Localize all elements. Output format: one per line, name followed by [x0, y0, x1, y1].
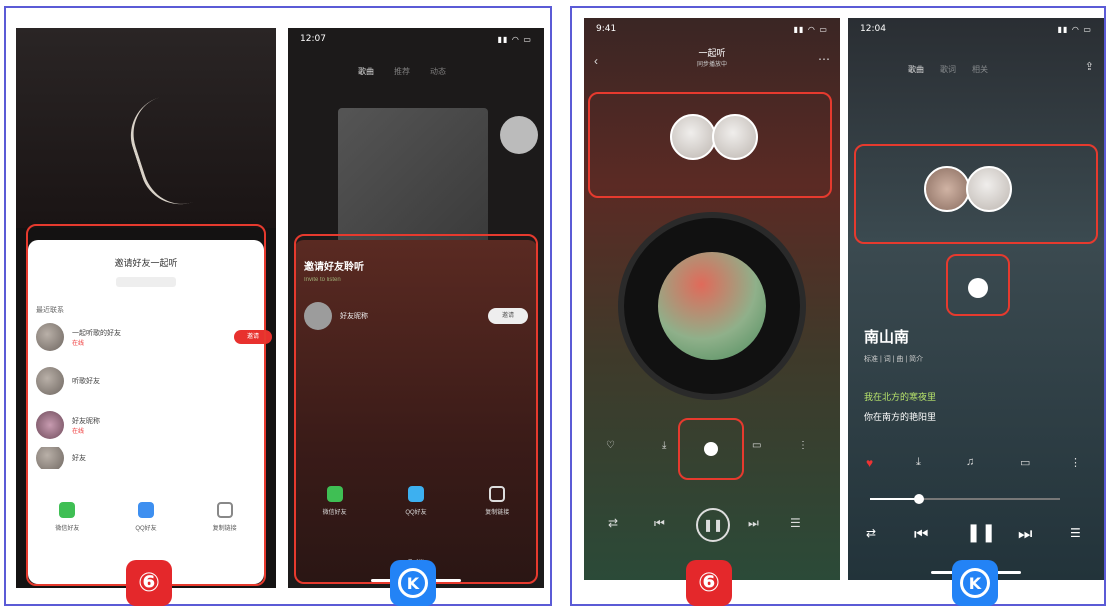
kugou-logo-glyph: K	[398, 568, 428, 598]
signal-icon: ▮▮ ◠ ▭	[1057, 24, 1092, 34]
netease-logo-glyph: ⑥	[697, 568, 720, 598]
progress-handle[interactable]	[914, 494, 924, 504]
pause-button[interactable]: ❚❚	[696, 508, 730, 542]
song-meta: 标准 | 词 | 曲 | 简介	[864, 356, 924, 363]
song-title: 南山南	[864, 328, 910, 346]
tab-feed[interactable]: 动态	[430, 66, 446, 77]
playlist-icon[interactable]: ☰	[1070, 526, 1081, 540]
player-subtitle: 同步播放中	[696, 62, 727, 68]
status-bar: 12:04 ▮▮ ◠ ▭	[848, 18, 1104, 40]
next-icon[interactable]: ⏭	[748, 516, 759, 531]
download-icon[interactable]: ⤓	[916, 456, 921, 469]
kugou-player-screen: 12:04 ▮▮ ◠ ▭ 歌曲 歌词 相关 ⇪ 南山南 标准 | 词 | 曲 |…	[848, 18, 1104, 580]
highlight-box	[678, 418, 744, 480]
loop-icon[interactable]: ⇄	[608, 516, 618, 530]
highlight-box	[588, 92, 832, 198]
like-icon[interactable]: ♡	[606, 440, 615, 451]
player-title: 一起听	[698, 48, 726, 58]
comparison-canvas: 邀请好友一起听 最近联系 一起听歌的好友 在线 邀请 听歌好友 好友昵称 在线 …	[0, 0, 1110, 609]
comment-icon[interactable]: ▭	[1020, 456, 1030, 469]
kugou-logo: K	[390, 560, 436, 606]
next-button[interactable]: ⏭	[1018, 524, 1032, 544]
share-comparison-panel: 邀请好友一起听 最近联系 一起听歌的好友 在线 邀请 听歌好友 好友昵称 在线 …	[4, 6, 552, 606]
signal-icon: ▮▮ ◠ ▭	[497, 34, 532, 44]
progress-fill	[870, 498, 920, 500]
vinyl-disc	[624, 218, 800, 394]
kugou-logo: K	[952, 560, 998, 606]
like-icon[interactable]: ♥	[866, 456, 873, 470]
comment-icon[interactable]: ▭	[752, 440, 761, 451]
download-icon[interactable]: ⤓	[662, 440, 666, 451]
highlight-box	[294, 234, 538, 584]
tab-lyrics[interactable]: 歌词	[940, 64, 956, 75]
player-comparison-panel: 9:41 ▮▮ ◠ ▭ 一起听 同步播放中 ‹ ⋯ ♡ ⤓ ▭ ⋮ ⇄ ⏮ ❚❚…	[570, 6, 1106, 606]
lyric-current: 我在北方的寒夜里	[864, 392, 937, 402]
back-icon[interactable]: ‹	[594, 54, 598, 68]
previous-icon[interactable]: ⏮	[654, 516, 665, 531]
album-art	[658, 252, 766, 360]
netease-music-logo: ⑥	[686, 560, 732, 606]
netease-music-logo: ⑥	[126, 560, 172, 606]
loop-icon[interactable]: ⇄	[866, 526, 876, 540]
more-icon[interactable]: ⋮	[798, 440, 808, 451]
more-icon[interactable]: ⋯	[818, 52, 830, 66]
kugou-logo-glyph: K	[960, 568, 990, 598]
status-time: 12:07	[300, 34, 326, 44]
tab-bar: 歌曲 歌词 相关	[908, 64, 988, 75]
highlight-box	[946, 254, 1010, 316]
tab-song[interactable]: 歌曲	[358, 66, 374, 77]
progress-bar[interactable]	[870, 494, 1060, 504]
playlist-icon[interactable]: ☰	[790, 516, 801, 530]
highlight-box	[854, 144, 1098, 244]
previous-button[interactable]: ⏮	[914, 524, 928, 544]
sound-effect-icon[interactable]: ♫	[966, 456, 974, 468]
share-icon[interactable]: ⇪	[1085, 60, 1094, 73]
tab-related[interactable]: 相关	[972, 64, 988, 75]
tab-bar: 歌曲 推荐 动态	[358, 66, 446, 77]
album-cover	[338, 108, 488, 248]
player-header: 一起听 同步播放中	[584, 46, 840, 68]
more-icon[interactable]: ⋮	[1070, 456, 1081, 469]
netease-player-screen: 9:41 ▮▮ ◠ ▭ 一起听 同步播放中 ‹ ⋯ ♡ ⤓ ▭ ⋮ ⇄ ⏮ ❚❚…	[584, 18, 840, 580]
avatar[interactable]	[500, 116, 538, 154]
netease-logo-glyph: ⑥	[137, 568, 160, 598]
status-time: 12:04	[860, 24, 886, 34]
tab-recommend[interactable]: 推荐	[394, 66, 410, 77]
kugou-share-screen: 12:07 ▮▮ ◠ ▭ 歌曲 推荐 动态 邀请好友聆听 Invite to l…	[288, 28, 544, 588]
status-time: 9:41	[596, 24, 617, 34]
pause-button[interactable]: ❚❚	[966, 522, 996, 543]
highlight-box	[26, 224, 266, 586]
tab-song[interactable]: 歌曲	[908, 64, 924, 75]
lyric-next: 你在南方的艳阳里	[864, 412, 937, 422]
status-bar: 9:41 ▮▮ ◠ ▭	[584, 18, 840, 40]
signal-icon: ▮▮ ◠ ▭	[793, 24, 828, 34]
status-bar: 12:07 ▮▮ ◠ ▭	[288, 28, 544, 50]
netease-share-screen: 邀请好友一起听 最近联系 一起听歌的好友 在线 邀请 听歌好友 好友昵称 在线 …	[16, 28, 276, 588]
